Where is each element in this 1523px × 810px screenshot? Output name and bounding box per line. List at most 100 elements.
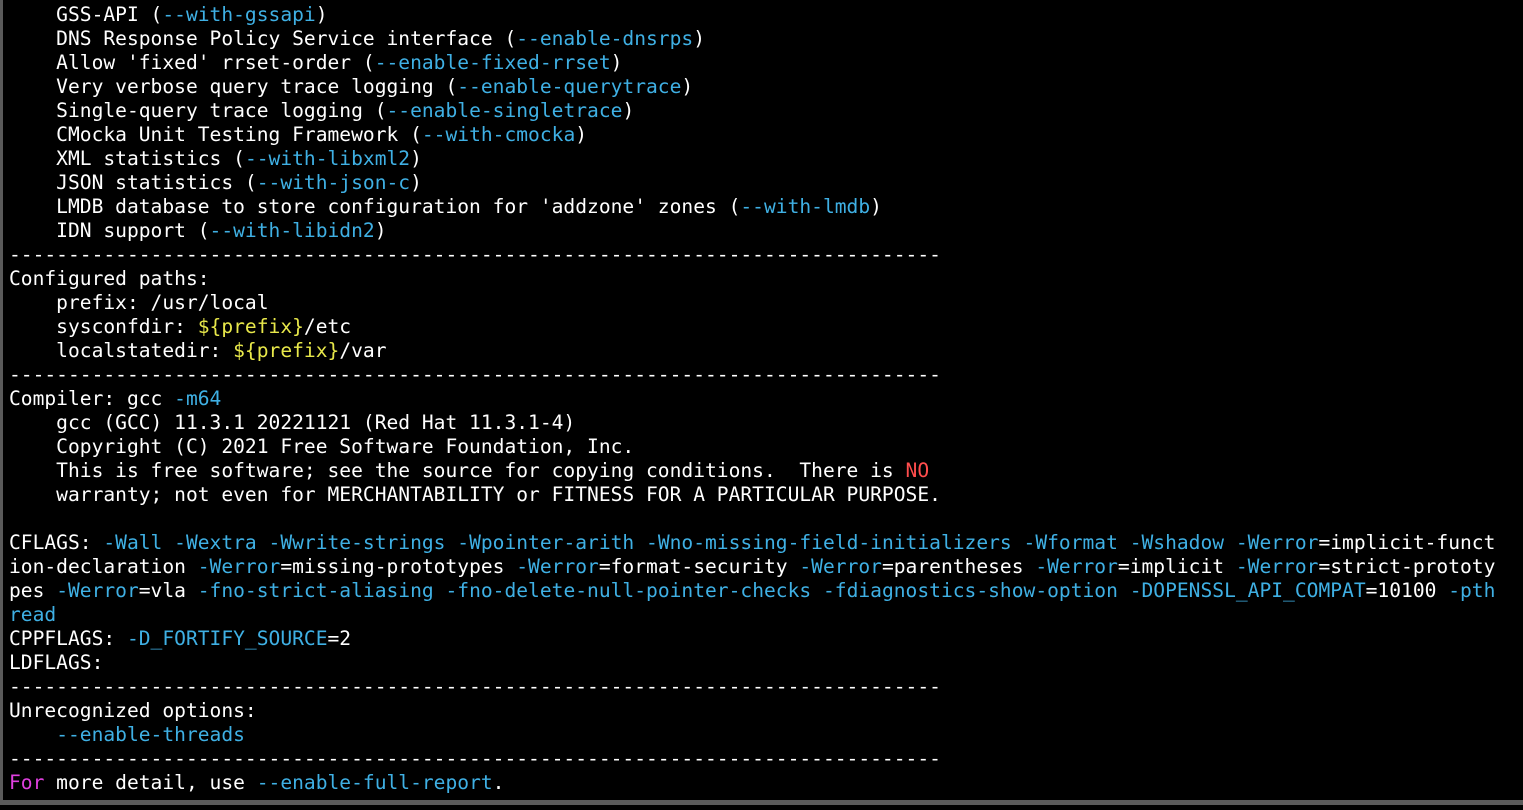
text-plain: gcc (GCC) 11.3.1 20221121 (Red Hat 11.3.… — [9, 411, 576, 434]
text-plain: more detail, use — [44, 771, 257, 794]
text-option: -Werror — [1235, 531, 1319, 554]
text-plain: Unrecognized options: — [9, 699, 257, 722]
terminal-line: Copyright (C) 2021 Free Software Foundat… — [9, 435, 1523, 459]
text-plain: ) — [575, 123, 588, 146]
text-plain: ----------------------------------------… — [9, 243, 941, 266]
text-option: -DOPENSSL_API_COMPAT — [1129, 579, 1366, 602]
text-plain: =2 — [327, 627, 352, 650]
text-plain: Allow 'fixed' rrset-order ( — [9, 51, 375, 74]
text-option: --enable-querytrace — [457, 75, 682, 98]
terminal-line: IDN support (--with-libidn2) — [9, 219, 1523, 243]
text-plain: ----------------------------------------… — [9, 363, 941, 386]
text-option: -pth — [1448, 579, 1496, 602]
terminal-line: Very verbose query trace logging (--enab… — [9, 75, 1523, 99]
text-plain: CFLAGS: — [9, 531, 104, 554]
text-plain: Configured paths: — [9, 267, 210, 290]
text-plain: DNS Response Policy Service interface ( — [9, 27, 517, 50]
terminal-line: sysconfdir: ${prefix}/etc — [9, 315, 1523, 339]
text-option: --enable-full-report — [256, 771, 493, 794]
text-variable: ${prefix} — [197, 315, 304, 338]
text-plain: =strict-prototy — [1318, 555, 1496, 578]
text-option: -D_FORTIFY_SOURCE — [126, 627, 328, 650]
text-option: -fno-strict-aliasing — [197, 579, 434, 602]
text-plain: XML statistics ( — [9, 147, 245, 170]
terminal-line: Allow 'fixed' rrset-order (--enable-fixe… — [9, 51, 1523, 75]
text-plain — [1118, 579, 1130, 602]
terminal-line: This is free software; see the source fo… — [9, 459, 1523, 483]
text-plain: LMDB database to store configuration for… — [9, 195, 741, 218]
text-plain — [434, 579, 446, 602]
text-option: --with-cmocka — [421, 123, 576, 146]
text-plain: localstatedir: — [9, 339, 234, 362]
terminal-line: Configured paths: — [9, 267, 1523, 291]
text-plain: JSON statistics ( — [9, 171, 257, 194]
text-option: -fdiagnostics-show-option — [822, 579, 1118, 602]
terminal-line: ----------------------------------------… — [9, 363, 1523, 387]
text-plain: Single-query trace logging ( — [9, 99, 387, 122]
text-plain — [1012, 531, 1024, 554]
terminal-line: localstatedir: ${prefix}/var — [9, 339, 1523, 363]
terminal-line: CMocka Unit Testing Framework (--with-cm… — [9, 123, 1523, 147]
terminal-line: --enable-threads — [9, 723, 1523, 747]
text-variable: ${prefix} — [233, 339, 340, 362]
text-keyword: For — [9, 771, 45, 794]
terminal-line: Compiler: gcc -m64 — [9, 387, 1523, 411]
text-plain — [162, 531, 174, 554]
terminal-line: For more detail, use --enable-full-repor… — [9, 771, 1523, 795]
terminal-line: GSS-API (--with-gssapi) — [9, 3, 1523, 27]
text-plain: GSS-API ( — [9, 3, 163, 26]
text-plain: Very verbose query trace logging ( — [9, 75, 458, 98]
text-plain: ) — [374, 219, 387, 242]
terminal-line: prefix: /usr/local — [9, 291, 1523, 315]
text-plain: prefix: /usr/local — [9, 291, 269, 314]
text-plain: warranty; not even for MERCHANTABILITY o… — [9, 483, 941, 506]
text-plain: ) — [622, 99, 635, 122]
text-option: read — [9, 603, 57, 626]
terminal-output[interactable]: GSS-API (--with-gssapi) DNS Response Pol… — [0, 0, 1523, 805]
text-plain — [1224, 531, 1236, 554]
text-warning: NO — [905, 459, 930, 482]
text-plain: sysconfdir: — [9, 315, 198, 338]
text-plain: =implicit — [1117, 555, 1236, 578]
terminal-line: LMDB database to store configuration for… — [9, 195, 1523, 219]
text-plain: Compiler: gcc — [9, 387, 175, 410]
text-plain: ) — [315, 3, 328, 26]
terminal-line: read — [9, 603, 1523, 627]
text-plain: /var — [339, 339, 387, 362]
text-plain: LDFLAGS: — [9, 651, 104, 674]
text-option: -Wextra — [174, 531, 257, 554]
text-option: -Werror — [516, 555, 599, 578]
text-option: --enable-fixed-rrset — [374, 51, 611, 74]
terminal-line: Single-query trace logging (--enable-sin… — [9, 99, 1523, 123]
text-option: -Wformat — [1023, 531, 1118, 554]
terminal-line: ----------------------------------------… — [9, 243, 1523, 267]
text-option: -Werror — [197, 555, 281, 578]
text-option: -m64 — [174, 387, 222, 410]
terminal-line: Unrecognized options: — [9, 699, 1523, 723]
text-option: -Werror — [1235, 555, 1319, 578]
text-option: --enable-dnsrps — [516, 27, 694, 50]
text-plain: ) — [410, 147, 422, 170]
terminal-line: ----------------------------------------… — [9, 675, 1523, 699]
text-plain: IDN support ( — [9, 219, 210, 242]
terminal-line: gcc (GCC) 11.3.1 20221121 (Red Hat 11.3.… — [9, 411, 1523, 435]
text-option: --with-lmdb — [740, 195, 871, 218]
text-plain: CPPFLAGS: — [9, 627, 127, 650]
terminal-line: ion-declaration -Werror=missing-prototyp… — [9, 555, 1523, 579]
text-option: --with-libidn2 — [209, 219, 375, 242]
text-plain: CMocka Unit Testing Framework ( — [9, 123, 422, 146]
terminal-line: CPPFLAGS: -D_FORTIFY_SOURCE=2 — [9, 627, 1523, 651]
text-plain — [634, 531, 646, 554]
text-option: --enable-threads — [56, 723, 245, 746]
text-option: --with-gssapi — [162, 3, 316, 26]
text-plain: /etc — [303, 315, 352, 338]
text-plain — [9, 723, 56, 746]
text-option: --enable-singletrace — [386, 99, 623, 122]
text-option: -Wno-missing-field-initializers — [646, 531, 1012, 554]
text-plain: ----------------------------------------… — [9, 747, 941, 770]
text-plain: =vla — [138, 579, 198, 602]
text-plain — [257, 531, 269, 554]
text-option: -Wshadow — [1129, 531, 1225, 554]
terminal-line: warranty; not even for MERCHANTABILITY o… — [9, 483, 1523, 507]
text-plain: =parentheses — [881, 555, 1036, 578]
